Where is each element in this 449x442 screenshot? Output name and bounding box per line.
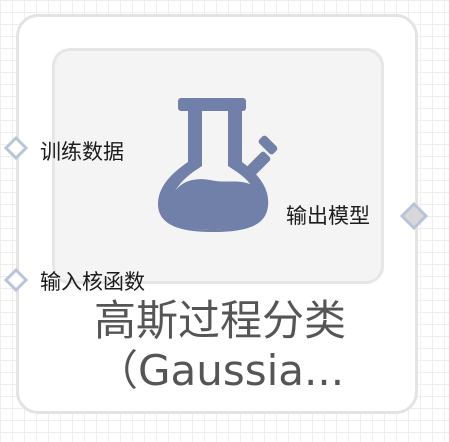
input-port-kernel-function[interactable] <box>4 268 28 292</box>
input-port-label-training-data: 训练数据 <box>40 140 124 164</box>
node-title: 高斯过程分类 （Gaussia... <box>30 296 410 396</box>
input-port-label-kernel-function: 输入核函数 <box>40 270 145 294</box>
flask-icon <box>158 98 278 232</box>
input-port-training-data[interactable] <box>4 136 28 160</box>
output-port-label-model: 输出模型 <box>286 204 370 228</box>
node-title-line-1: 高斯过程分类 <box>93 296 346 345</box>
node-title-line-2: （Gaussia... <box>95 346 345 395</box>
output-port-model[interactable] <box>400 202 428 230</box>
